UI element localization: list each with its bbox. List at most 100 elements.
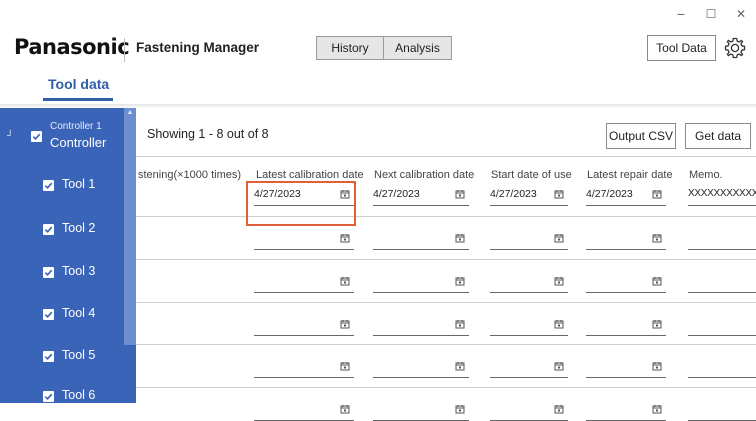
column-header-memo: Memo. (689, 169, 723, 181)
highlight-box (246, 181, 356, 226)
field-underline (373, 335, 469, 336)
memo-field[interactable] (688, 272, 756, 293)
date-field-start-date[interactable] (490, 272, 568, 293)
column-header-latest-calibration: Latest calibration date (256, 169, 364, 181)
calendar-icon[interactable] (455, 319, 465, 329)
calendar-icon[interactable] (554, 404, 564, 414)
memo-field[interactable] (688, 357, 756, 378)
calendar-icon[interactable] (652, 276, 662, 286)
date-field-latest-repair[interactable]: 4/27/2023 (586, 185, 666, 206)
gear-icon[interactable] (723, 36, 747, 60)
calendar-icon[interactable] (340, 319, 350, 329)
date-field-latest-repair[interactable] (586, 357, 666, 378)
analysis-tab-button[interactable]: Analysis (383, 36, 452, 60)
controller-label[interactable]: Controller (50, 135, 106, 150)
field-underline (490, 205, 568, 206)
calendar-icon[interactable] (554, 319, 564, 329)
row-separator (136, 216, 756, 217)
get-data-button[interactable]: Get data (685, 123, 751, 149)
checkbox-controller[interactable] (31, 131, 42, 142)
calendar-icon[interactable] (455, 361, 465, 371)
calendar-icon[interactable] (652, 361, 662, 371)
calendar-icon[interactable] (455, 276, 465, 286)
sidebar-scrollbar[interactable] (124, 108, 136, 345)
date-field-latest-repair[interactable] (586, 272, 666, 293)
field-underline (688, 205, 756, 206)
calendar-icon[interactable] (340, 233, 350, 243)
calendar-icon[interactable] (652, 319, 662, 329)
calendar-icon[interactable] (340, 361, 350, 371)
date-field-start-date[interactable] (490, 315, 568, 336)
scroll-up-icon[interactable]: ▲ (124, 108, 136, 118)
checkbox-icon[interactable] (43, 391, 54, 402)
sidebar-item-label: Tool 4 (62, 306, 96, 320)
date-field-next-calibration[interactable] (373, 315, 469, 336)
sidebar-item-label: Tool 2 (62, 221, 96, 235)
field-underline (373, 205, 469, 206)
calendar-icon[interactable] (340, 276, 350, 286)
date-field-next-calibration[interactable] (373, 357, 469, 378)
active-tab-indicator (43, 98, 113, 101)
date-field-start-date[interactable]: 4/27/2023 (490, 185, 568, 206)
minimize-button[interactable]: − (671, 6, 691, 22)
field-underline (688, 249, 756, 250)
sidebar-item-label: Tool 1 (62, 177, 96, 191)
date-field-next-calibration[interactable] (373, 229, 469, 250)
date-field-next-calibration[interactable]: 4/27/2023 (373, 185, 469, 206)
maximize-button[interactable]: ☐ (701, 7, 721, 21)
calendar-icon[interactable] (554, 276, 564, 286)
calendar-icon[interactable] (652, 233, 662, 243)
row-separator (136, 387, 756, 388)
field-underline (490, 335, 568, 336)
output-csv-button[interactable]: Output CSV (606, 123, 676, 149)
row-separator (136, 344, 756, 345)
field-underline (688, 335, 756, 336)
column-header-latest-repair: Latest repair date (587, 169, 673, 181)
checkbox-icon[interactable] (43, 351, 54, 362)
date-field-next-calibration[interactable] (373, 272, 469, 293)
header-separator (124, 38, 125, 62)
calendar-icon[interactable] (554, 233, 564, 243)
field-underline (373, 249, 469, 250)
calendar-icon[interactable] (455, 189, 465, 199)
date-field-latest-calibration[interactable] (254, 357, 354, 378)
date-field-latest-calibration[interactable] (254, 272, 354, 293)
memo-field[interactable] (688, 315, 756, 336)
tool-data-button[interactable]: Tool Data (647, 35, 716, 61)
checkbox-icon[interactable] (43, 267, 54, 278)
memo-field[interactable]: XXXXXXXXXXX (688, 185, 756, 206)
field-underline (254, 377, 354, 378)
calendar-icon[interactable] (554, 361, 564, 371)
tab-tool-data[interactable]: Tool data (48, 76, 109, 92)
row-separator (136, 259, 756, 260)
controller-name: Controller 1 (50, 121, 102, 132)
calendar-icon[interactable] (652, 404, 662, 414)
field-underline (254, 335, 354, 336)
column-header-next-calibration: Next calibration date (374, 169, 475, 181)
date-field-latest-calibration[interactable] (254, 229, 354, 250)
history-tab-button[interactable]: History (316, 36, 384, 60)
date-field-start-date[interactable] (490, 229, 568, 250)
checkbox-icon[interactable] (43, 309, 54, 320)
date-field-latest-repair[interactable] (586, 229, 666, 250)
calendar-icon[interactable] (455, 233, 465, 243)
checkbox-icon[interactable] (43, 180, 54, 191)
calendar-icon[interactable] (455, 404, 465, 414)
field-underline (254, 292, 354, 293)
close-button[interactable]: ✕ (731, 7, 751, 21)
field-underline (586, 335, 666, 336)
collapse-icon[interactable]: ┘ (7, 130, 13, 140)
panasonic-logo: Panasonic (14, 35, 130, 59)
calendar-icon[interactable] (554, 189, 564, 199)
column-header-fastening: stening(×1000 times) (138, 169, 242, 181)
calendar-icon[interactable] (340, 404, 350, 414)
field-underline (688, 377, 756, 378)
date-field-latest-repair[interactable] (586, 315, 666, 336)
checkbox-icon[interactable] (43, 224, 54, 235)
calendar-icon[interactable] (652, 189, 662, 199)
memo-field[interactable] (688, 229, 756, 250)
date-field-latest-calibration[interactable] (254, 315, 354, 336)
row-separator (136, 302, 756, 303)
date-field-start-date[interactable] (490, 357, 568, 378)
sidebar-item-label: Tool 3 (62, 264, 96, 278)
